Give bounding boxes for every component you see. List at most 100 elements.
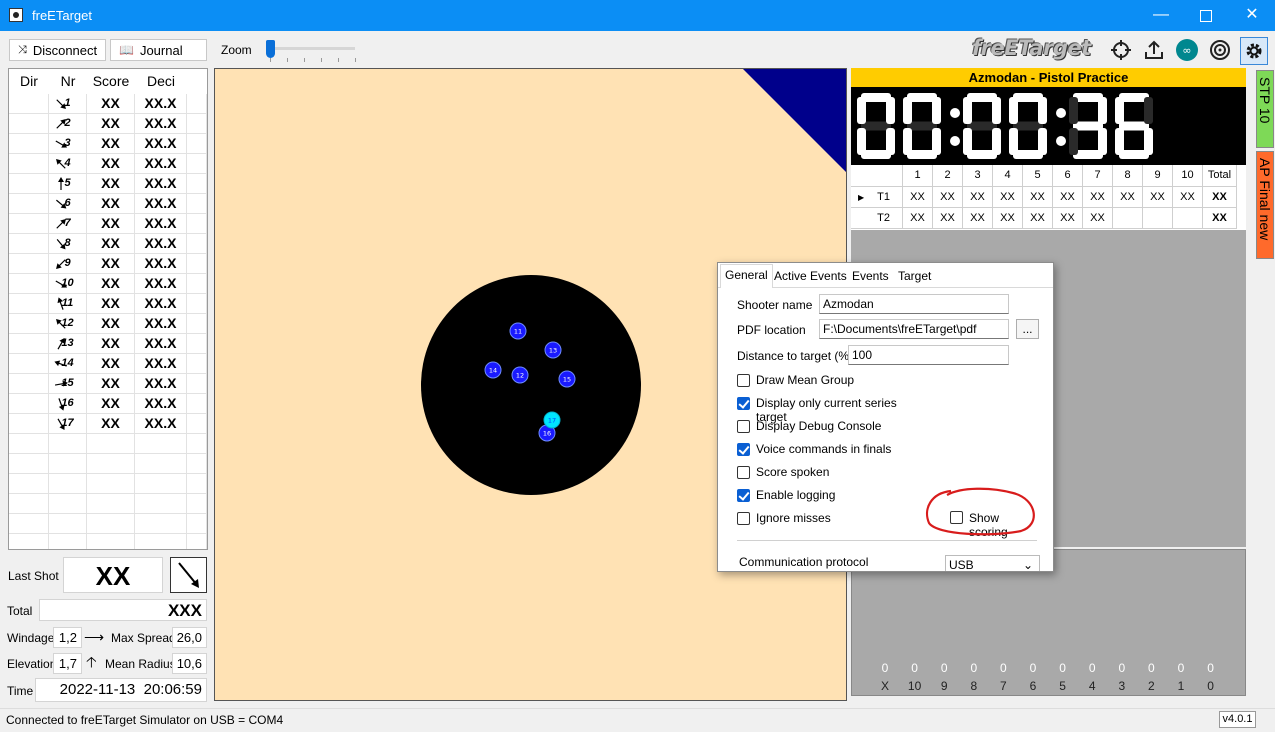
option-checkbox[interactable]: [737, 443, 750, 456]
crosshair-icon[interactable]: [1108, 37, 1134, 63]
tab-general[interactable]: General: [720, 264, 773, 288]
arduino-icon[interactable]: ∞: [1174, 37, 1200, 63]
impact-17[interactable]: 17: [543, 411, 561, 429]
series-shot-score: XX: [903, 187, 933, 208]
table-row[interactable]: 14 XX XX.X: [9, 354, 207, 374]
target-icon[interactable]: [1207, 37, 1233, 63]
last-shot-direction: [170, 557, 207, 593]
side-tab-ap-final[interactable]: AP Final new: [1256, 151, 1274, 259]
minimize-button[interactable]: —: [1138, 0, 1184, 31]
table-row[interactable]: 13 XX XX.X: [9, 334, 207, 354]
option-checkbox[interactable]: [737, 374, 750, 387]
option-row[interactable]: Display only current series target: [737, 396, 927, 424]
nr-cell: 17: [49, 414, 87, 433]
table-row[interactable]: 9 XX XX.X: [9, 254, 207, 274]
table-row[interactable]: 17 XX XX.X: [9, 414, 207, 434]
table-row[interactable]: 12 XX XX.X: [9, 314, 207, 334]
zoom-slider-track[interactable]: [269, 47, 355, 50]
maximize-button[interactable]: [1183, 0, 1229, 31]
ring-label: X: [880, 679, 889, 693]
impact-11[interactable]: 11: [509, 322, 527, 340]
option-checkbox[interactable]: [737, 397, 750, 410]
table-row[interactable]: 4 XX XX.X: [9, 154, 207, 174]
table-row[interactable]: 2 XX XX.X: [9, 114, 207, 134]
ring-label: 4: [1088, 679, 1096, 693]
nr-cell: 1: [49, 94, 87, 113]
series-name: ▶ T1: [851, 187, 903, 208]
option-checkbox[interactable]: [737, 489, 750, 502]
impact-14[interactable]: 14: [484, 361, 502, 379]
disconnect-button[interactable]: ⤨ Disconnect: [9, 39, 106, 61]
arrow-down-right-icon: [178, 562, 199, 588]
time-label: Time: [7, 684, 34, 698]
shooter-name-field[interactable]: Azmodan: [819, 294, 1009, 314]
side-tab-stp10[interactable]: STP 10: [1256, 70, 1274, 148]
max-spread-value: 26,0: [172, 627, 207, 648]
option-label: Display Debug Console: [756, 419, 882, 433]
table-row[interactable]: 16 XX XX.X: [9, 394, 207, 414]
event-title: Azmodan - Pistol Practice: [851, 68, 1246, 87]
option-row[interactable]: Voice commands in finals: [737, 442, 927, 459]
protocol-select[interactable]: USB ⌄: [945, 555, 1040, 571]
score-cell: [87, 534, 135, 549]
option-row[interactable]: Score spoken: [737, 465, 927, 482]
option-checkbox[interactable]: [737, 466, 750, 479]
option-row[interactable]: Draw Mean Group: [737, 373, 927, 390]
tab-events[interactable]: Events: [848, 266, 893, 286]
journal-button[interactable]: 📖 Journal: [110, 39, 207, 61]
deci-cell: XX.X: [135, 114, 187, 133]
deci-cell: XX.X: [135, 134, 187, 153]
score-cell: XX: [87, 394, 135, 413]
table-row[interactable]: 10 XX XX.X: [9, 274, 207, 294]
ring-label: 8: [970, 679, 978, 693]
svg-text:14: 14: [489, 367, 497, 375]
table-row[interactable]: 6 XX XX.X: [9, 194, 207, 214]
zoom-slider-thumb[interactable]: [266, 40, 275, 58]
table-row[interactable]: [9, 514, 207, 534]
impact-15[interactable]: 15: [558, 370, 576, 388]
ring-count: 0: [1177, 661, 1185, 675]
settings-icon[interactable]: [1240, 37, 1268, 65]
series-name: T2: [851, 208, 903, 229]
nr-cell: 13: [49, 334, 87, 353]
column-header: 2: [933, 165, 963, 187]
table-row[interactable]: 3 XX XX.X: [9, 134, 207, 154]
option-checkbox[interactable]: [737, 420, 750, 433]
score-cell: XX: [87, 214, 135, 233]
spacer-cell: [187, 314, 207, 333]
score-cell: XX: [87, 94, 135, 113]
table-row[interactable]: 5 XX XX.X: [9, 174, 207, 194]
option-row[interactable]: Enable logging: [737, 488, 927, 505]
series-shot-score: XX: [1023, 187, 1053, 208]
impact-12[interactable]: 12: [511, 366, 529, 384]
dir-cell: [9, 154, 66, 173]
distance-field[interactable]: 100: [848, 345, 1009, 365]
spacer-cell: [187, 274, 207, 293]
series-shot-score: [1113, 208, 1143, 229]
tab-target[interactable]: Target: [894, 266, 935, 286]
option-row[interactable]: Display Debug Console: [737, 419, 927, 436]
nr-cell: 5: [49, 174, 87, 193]
shooter-name-label: Shooter name: [737, 298, 813, 312]
upload-icon[interactable]: [1141, 37, 1167, 63]
deci-cell: XX.X: [135, 354, 187, 373]
browse-button[interactable]: ...: [1016, 319, 1039, 339]
column-header: Total: [1203, 165, 1237, 187]
table-row[interactable]: [9, 534, 207, 549]
tab-active-events[interactable]: Active Events: [770, 266, 851, 286]
close-button[interactable]: ✕: [1229, 0, 1275, 31]
table-row[interactable]: [9, 494, 207, 514]
pdf-location-field[interactable]: F:\Documents\freETarget\pdf: [819, 319, 1009, 339]
table-row[interactable]: [9, 434, 207, 454]
option-row[interactable]: Ignore misses: [737, 511, 927, 528]
table-row[interactable]: 11 XX XX.X: [9, 294, 207, 314]
table-row[interactable]: 7 XX XX.X: [9, 214, 207, 234]
table-row[interactable]: [9, 474, 207, 494]
table-row[interactable]: 8 XX XX.X: [9, 234, 207, 254]
table-row[interactable]: [9, 454, 207, 474]
show-scoring-option[interactable]: Show scoring: [925, 487, 1035, 539]
table-row[interactable]: 15 XX XX.X: [9, 374, 207, 394]
option-checkbox[interactable]: [737, 512, 750, 525]
table-row[interactable]: 1 XX XX.X: [9, 94, 207, 114]
impact-13[interactable]: 13: [544, 341, 562, 359]
